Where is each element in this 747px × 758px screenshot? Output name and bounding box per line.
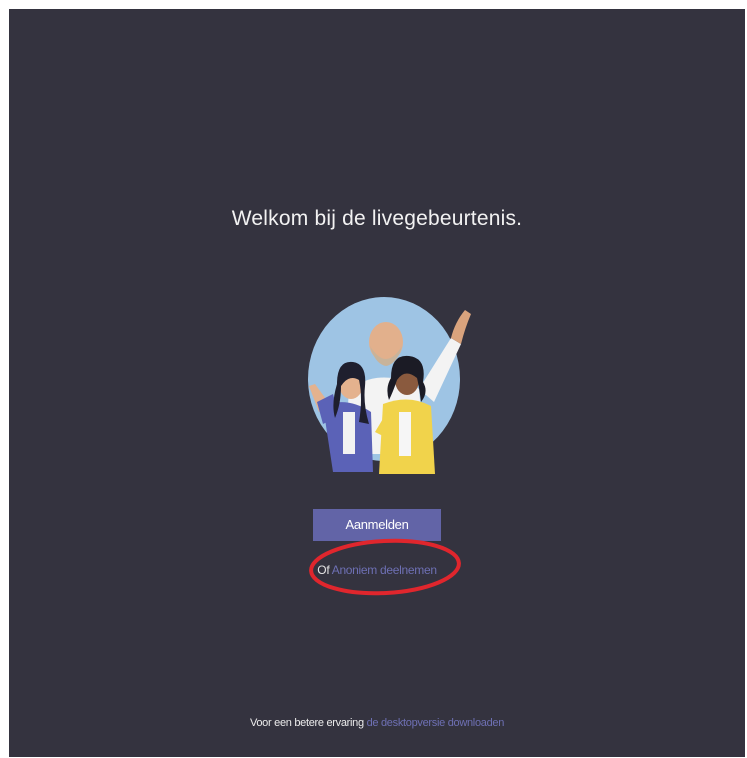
red-circle-annotation [309,538,461,596]
welcome-title: Welkom bij de livegebeurtenis. [231,207,523,230]
people-waving-illustration [279,294,489,484]
footer-text: Voor een betere ervaring [249,717,364,729]
footer-note: Voor een betere ervaring de desktopversi… [9,717,745,729]
live-event-window: Welkom bij de livegebeurtenis. Aanmelden… [9,9,745,757]
download-desktop-link[interactable]: de desktopversie downloaden [367,717,505,729]
